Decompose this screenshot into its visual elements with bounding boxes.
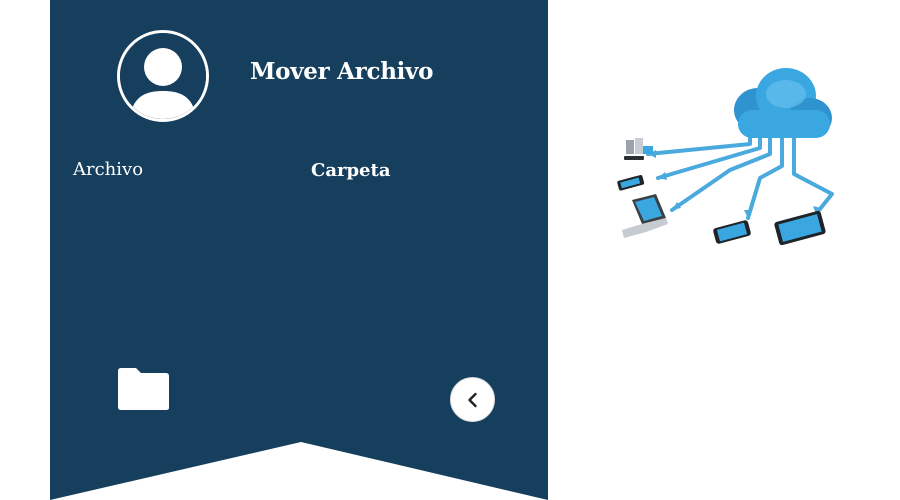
cloud-network-illustration xyxy=(617,68,834,246)
page-title: Mover Archivo xyxy=(250,58,434,85)
file-label: Archivo xyxy=(73,159,144,180)
page: Mover Archivo Archivo Carpeta xyxy=(0,0,900,500)
folder-icon[interactable] xyxy=(116,367,170,411)
chevron-left-icon xyxy=(467,392,477,407)
folder-label: Carpeta xyxy=(311,160,391,181)
avatar-icon xyxy=(117,30,209,122)
back-button[interactable] xyxy=(450,377,495,422)
